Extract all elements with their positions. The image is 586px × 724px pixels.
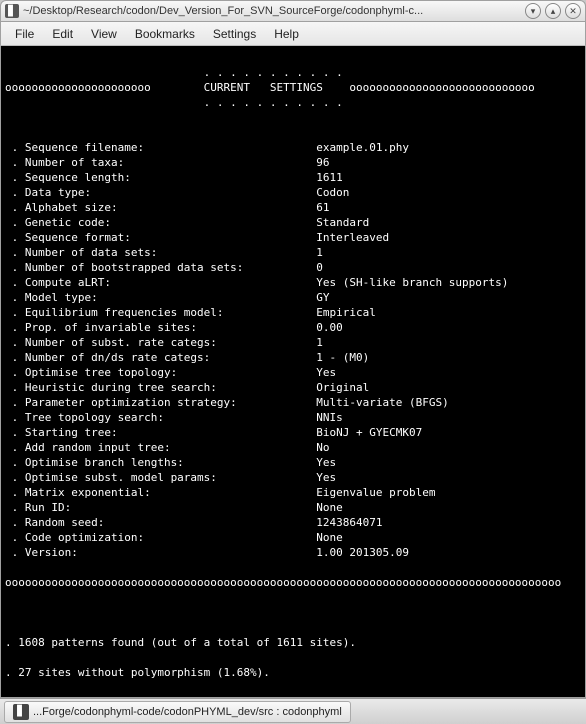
- terminal-output[interactable]: . . . . . . . . . . . oooooooooooooooooo…: [5, 50, 581, 693]
- minimize-button[interactable]: ▾: [525, 3, 541, 19]
- window-titlebar: ▋ ~/Desktop/Research/codon/Dev_Version_F…: [0, 0, 586, 22]
- menu-edit[interactable]: Edit: [44, 25, 81, 43]
- menu-file[interactable]: File: [7, 25, 42, 43]
- menu-settings[interactable]: Settings: [205, 25, 264, 43]
- terminal-container: . . . . . . . . . . . oooooooooooooooooo…: [0, 46, 586, 698]
- menubar: File Edit View Bookmarks Settings Help: [0, 22, 586, 46]
- taskbar-entry[interactable]: ▋ ...Forge/codonphyml-code/codonPHYML_de…: [4, 701, 351, 723]
- taskbar: ▋ ...Forge/codonphyml-code/codonPHYML_de…: [0, 698, 586, 724]
- window-title: ~/Desktop/Research/codon/Dev_Version_For…: [23, 5, 521, 17]
- terminal-task-icon: ▋: [13, 704, 29, 720]
- terminal-app-icon: ▋: [5, 4, 19, 18]
- taskbar-label: ...Forge/codonphyml-code/codonPHYML_dev/…: [33, 706, 342, 718]
- menu-help[interactable]: Help: [266, 25, 307, 43]
- menu-view[interactable]: View: [83, 25, 125, 43]
- menu-bookmarks[interactable]: Bookmarks: [127, 25, 203, 43]
- close-button[interactable]: ✕: [565, 3, 581, 19]
- maximize-button[interactable]: ▴: [545, 3, 561, 19]
